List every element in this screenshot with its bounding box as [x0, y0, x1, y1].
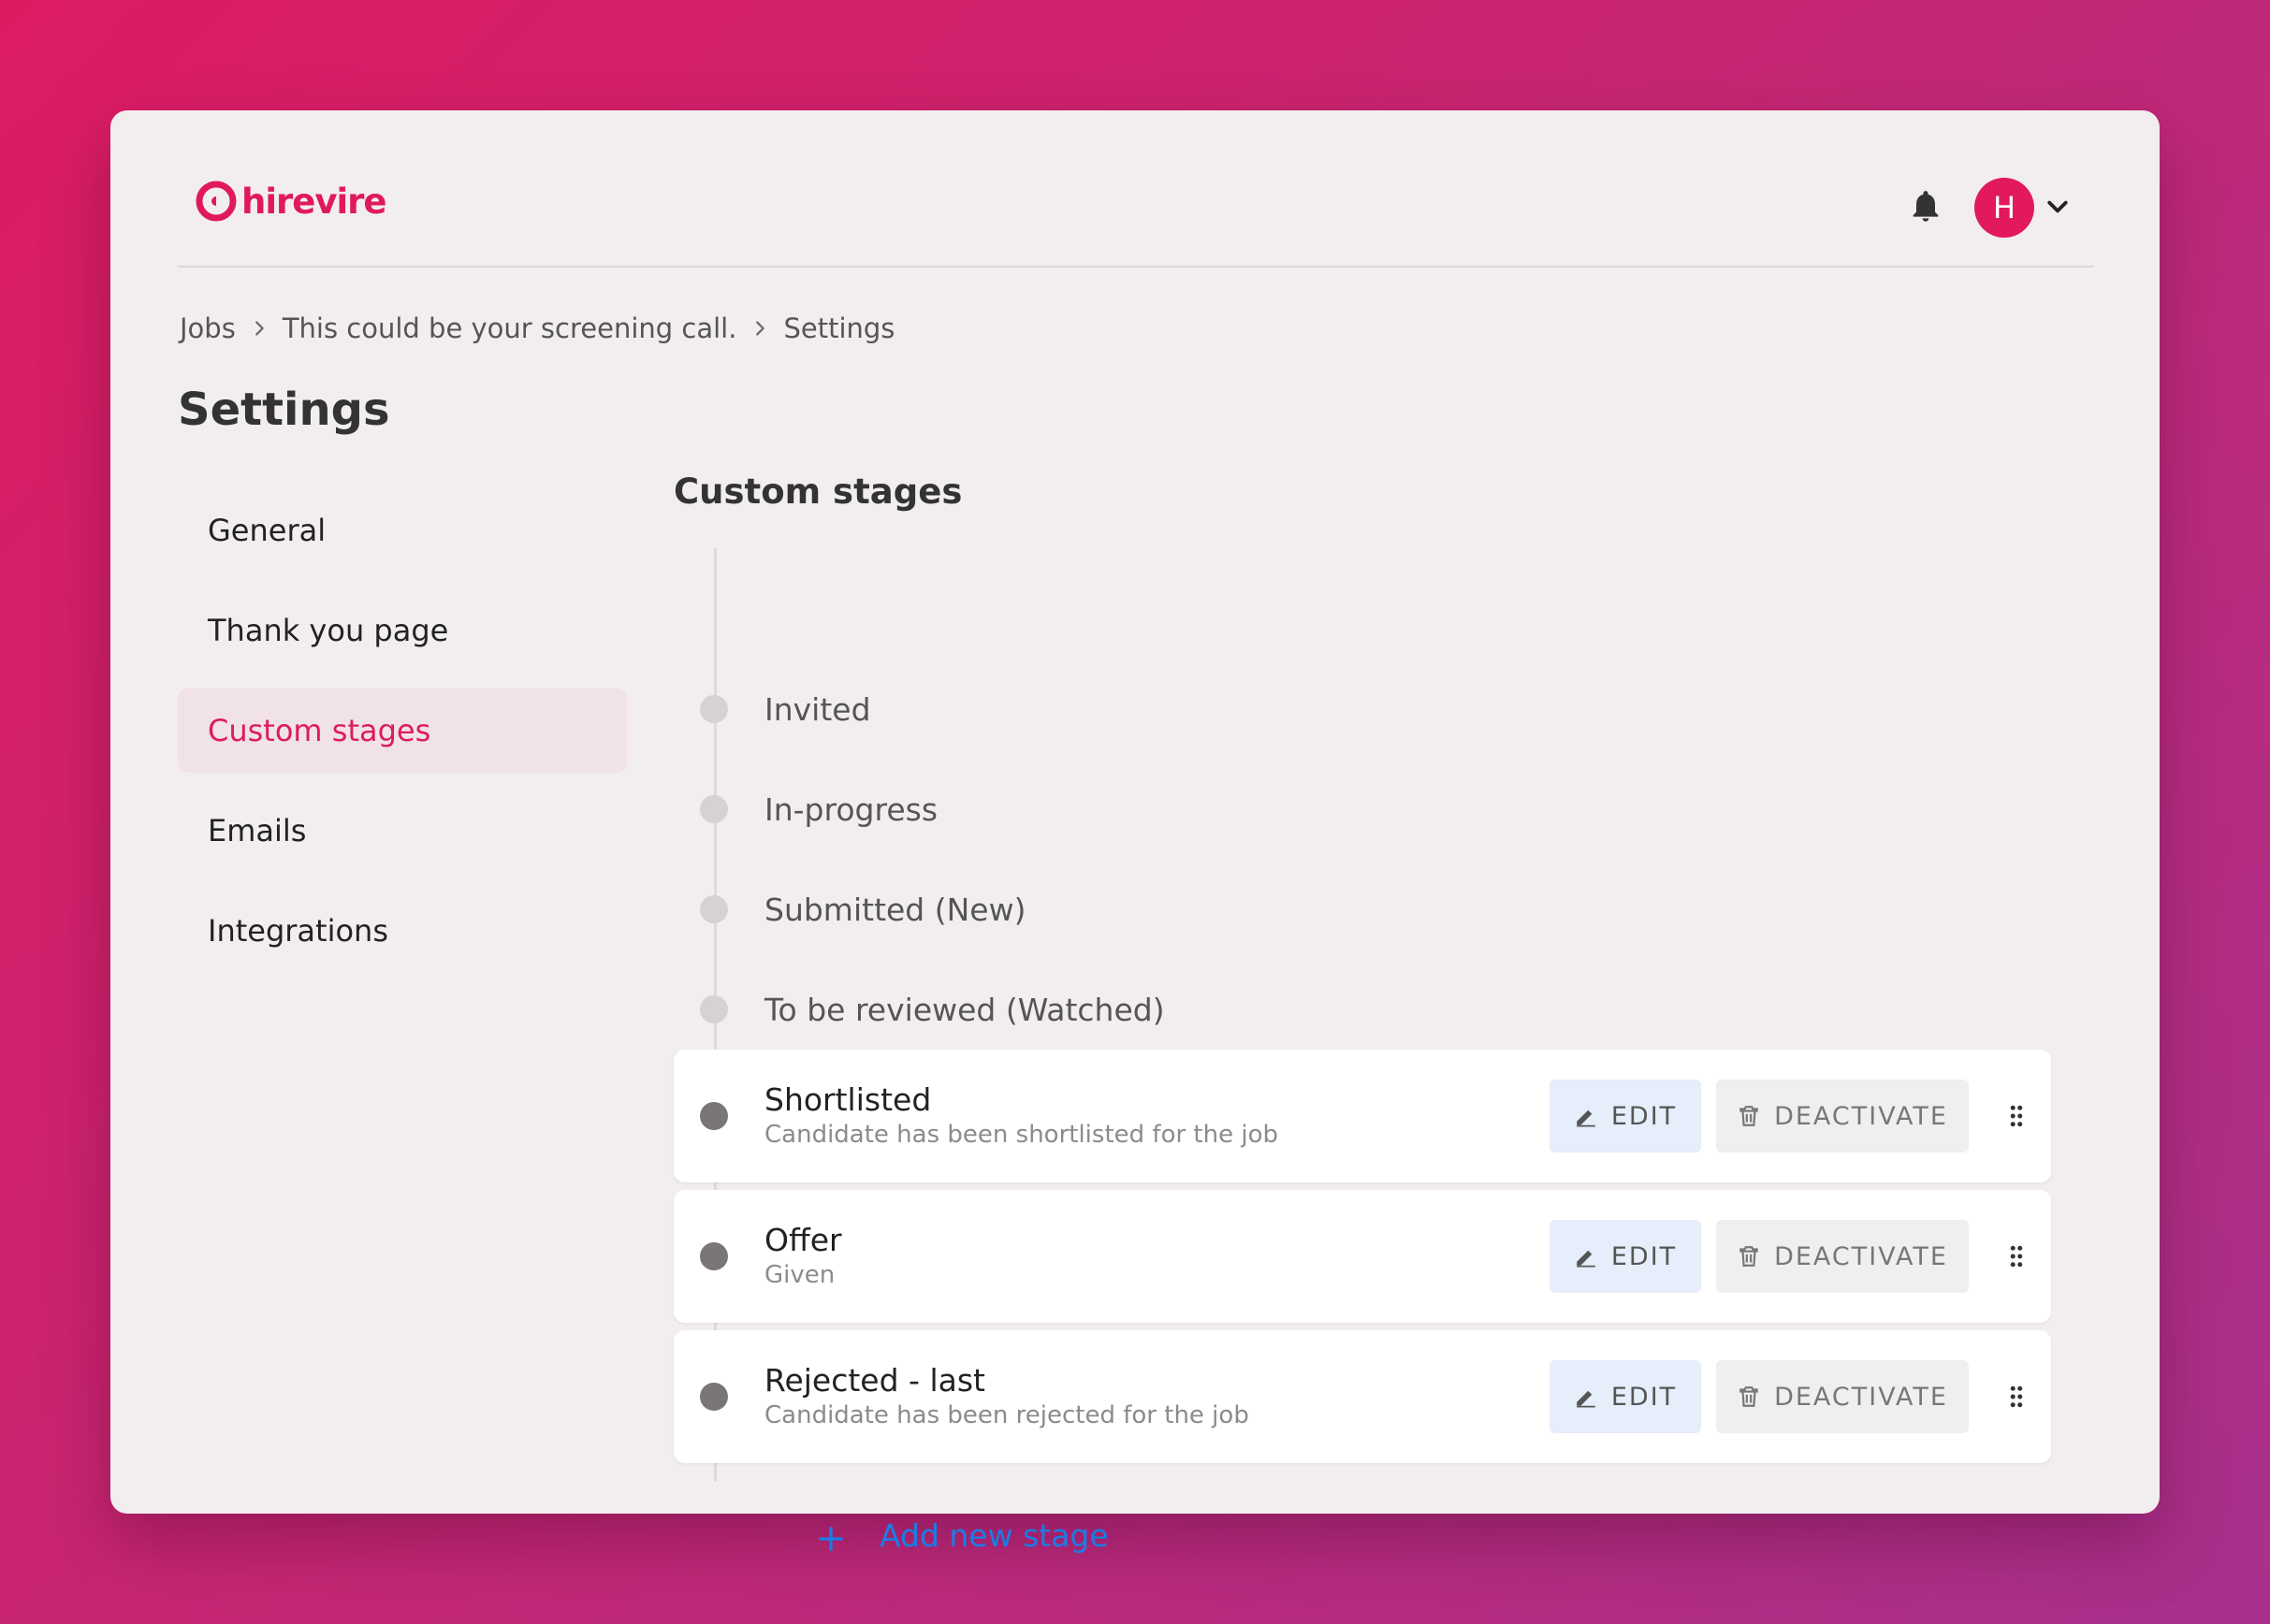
sidebar-item-custom-stages[interactable]: Custom stages [178, 689, 627, 773]
deactivate-button[interactable]: DEACTIVATE [1716, 1220, 1969, 1293]
trash-icon [1739, 1246, 1758, 1267]
edit-label: EDIT [1610, 1101, 1678, 1131]
pencil-icon [1577, 1109, 1595, 1127]
stage-dot [700, 1242, 728, 1270]
stage-name: Rejected - last [764, 1362, 985, 1399]
stage-label: In-progress [764, 790, 939, 828]
stage-name: Shortlisted [764, 1081, 932, 1118]
main-card: hirevire H Jobs This could be your scree… [110, 110, 2160, 1554]
drag-handle-icon[interactable] [2002, 1383, 2030, 1411]
breadcrumb-job[interactable]: This could be your screening call. [283, 312, 737, 344]
logo-text: hirevire [241, 181, 387, 222]
custom-stage-row: Shortlisted Candidate has been shortlist… [674, 1050, 2051, 1182]
stage-description: Given [764, 1261, 836, 1289]
stage-dot [700, 1383, 728, 1411]
default-stage: To be reviewed (Watched) [674, 981, 2051, 1037]
custom-stage-row: Rejected - last Candidate has been rejec… [674, 1330, 2051, 1463]
trash-icon [1739, 1386, 1758, 1407]
sidebar-item-integrations[interactable]: Integrations [178, 889, 627, 973]
stage-text: Shortlisted Candidate has been shortlist… [764, 1081, 1278, 1151]
pencil-icon [1577, 1250, 1595, 1268]
plus-icon[interactable] [817, 1525, 845, 1553]
page-title: Settings [178, 384, 390, 436]
chevron-down-icon[interactable] [2044, 193, 2072, 221]
edit-button[interactable]: EDIT [1550, 1220, 1701, 1293]
user-avatar[interactable]: H [1974, 178, 2034, 238]
deactivate-button[interactable]: DEACTIVATE [1716, 1360, 1969, 1433]
edit-label: EDIT [1610, 1241, 1678, 1271]
stage-name: Offer [764, 1222, 842, 1258]
default-stage: Invited [674, 681, 2051, 737]
edit-button[interactable]: EDIT [1550, 1080, 1701, 1153]
custom-stage-row: Offer Given EDIT DEACTIVATE [674, 1190, 2051, 1323]
section-title: Custom stages [674, 471, 963, 512]
stage-label: Invited [764, 690, 871, 728]
avatar-initial: H [1992, 190, 2016, 225]
deactivate-label: DEACTIVATE [1774, 1241, 1948, 1271]
logo-mark-icon [196, 181, 237, 222]
stage-dot [700, 695, 728, 723]
trash-icon [1739, 1106, 1758, 1126]
sidebar-item-general[interactable]: General [178, 488, 627, 573]
sidebar-item-thank-you-page[interactable]: Thank you page [178, 588, 627, 673]
stage-dot [700, 795, 728, 823]
chevron-right-icon [756, 321, 765, 336]
stage-dot [700, 1102, 728, 1130]
deactivate-label: DEACTIVATE [1774, 1101, 1948, 1131]
sidebar-item-emails[interactable]: Emails [178, 789, 627, 873]
header-divider [178, 266, 2094, 268]
add-new-stage-link[interactable]: Add new stage [880, 1517, 1109, 1554]
hirevire-logo[interactable]: hirevire [195, 180, 387, 223]
stage-label: Submitted (New) [764, 891, 1026, 928]
chevron-right-icon [255, 321, 264, 336]
drag-handle-icon[interactable] [2002, 1242, 2030, 1270]
breadcrumb-settings: Settings [783, 312, 895, 344]
stage-label: To be reviewed (Watched) [764, 991, 1165, 1028]
breadcrumb: Jobs This could be your screening call. … [180, 312, 895, 344]
stage-dot [700, 995, 728, 1023]
default-stage: Submitted (New) [674, 881, 2051, 937]
settings-sidebar: General Thank you page Custom stages Ema… [178, 488, 627, 989]
stage-description: Candidate has been rejected for the job [764, 1401, 1249, 1429]
deactivate-button[interactable]: DEACTIVATE [1716, 1080, 1969, 1153]
stage-description: Candidate has been shortlisted for the j… [764, 1121, 1278, 1149]
breadcrumb-jobs[interactable]: Jobs [180, 312, 236, 344]
pencil-icon [1577, 1390, 1595, 1408]
edit-button[interactable]: EDIT [1550, 1360, 1701, 1433]
deactivate-label: DEACTIVATE [1774, 1382, 1948, 1412]
drag-handle-icon[interactable] [2002, 1102, 2030, 1130]
stage-dot [700, 895, 728, 923]
edit-label: EDIT [1610, 1382, 1678, 1412]
stage-text: Rejected - last Candidate has been rejec… [764, 1362, 1249, 1431]
stage-text: Offer Given [764, 1222, 842, 1291]
default-stage: In-progress [674, 781, 2051, 837]
bell-icon[interactable] [1907, 187, 1944, 225]
